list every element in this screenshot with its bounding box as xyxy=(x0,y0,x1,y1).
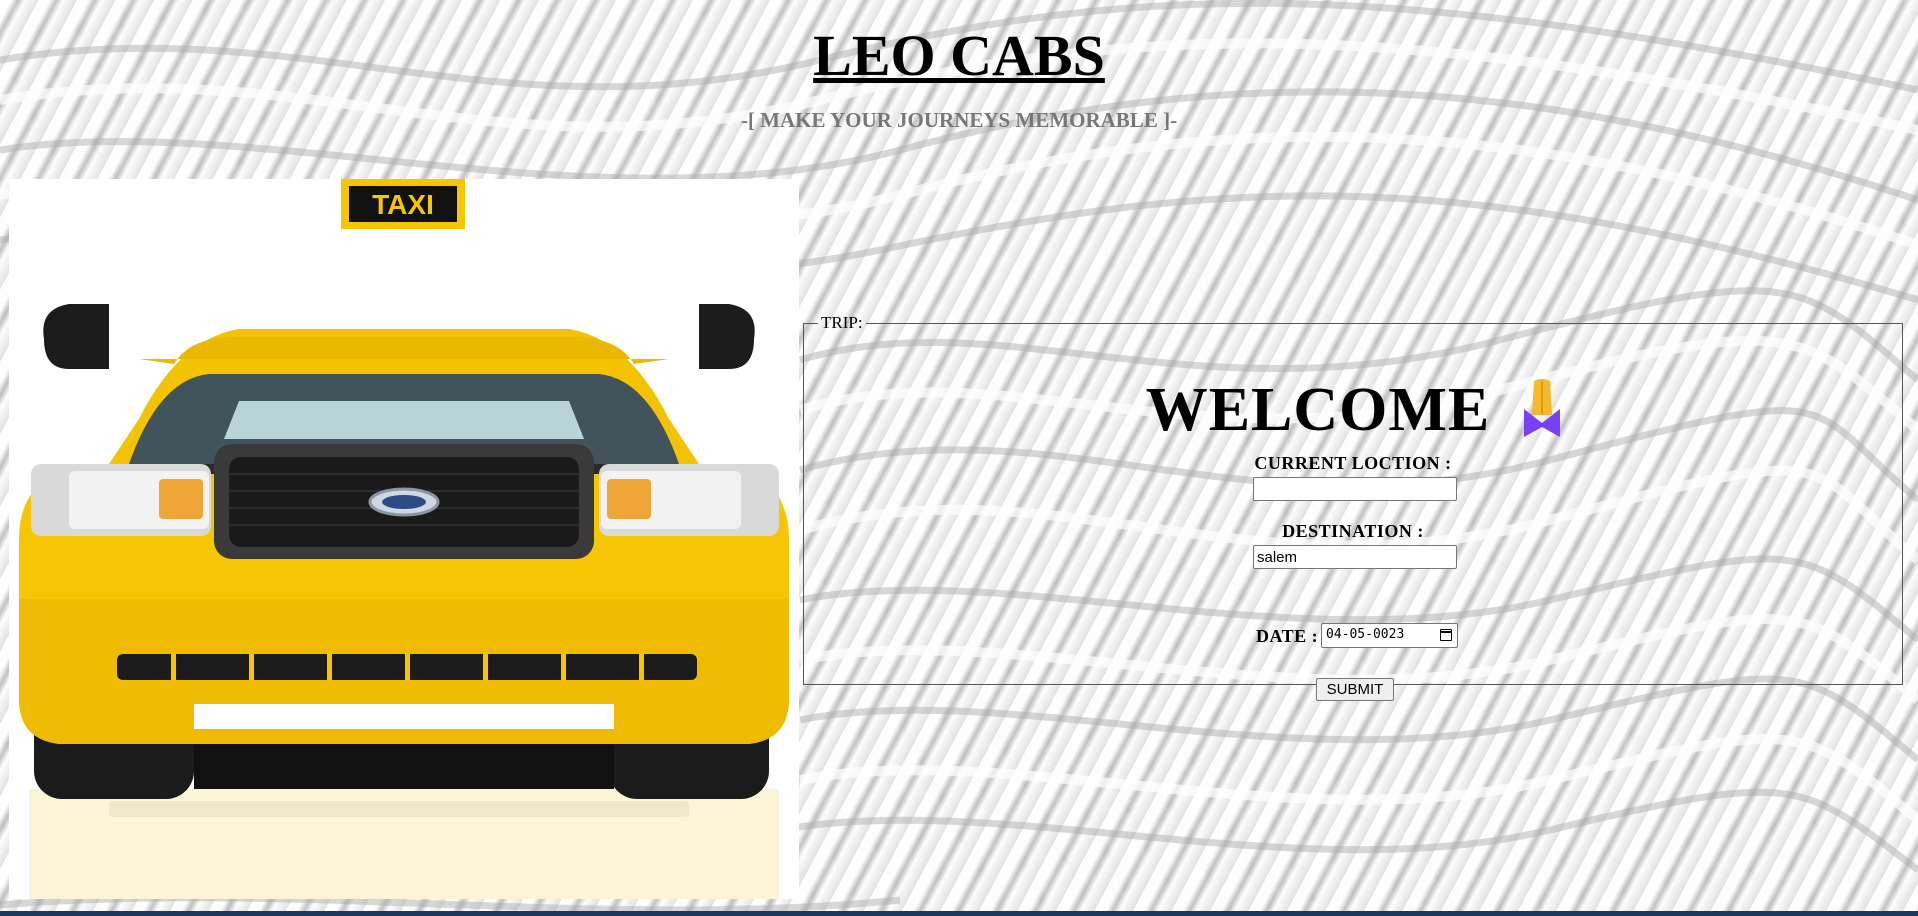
date-input[interactable]: 04-05-0023 xyxy=(1321,623,1458,648)
current-location-input[interactable] xyxy=(1253,477,1457,501)
date-value: 04-05-0023 xyxy=(1326,627,1405,642)
submit-button[interactable]: SUBMIT xyxy=(1316,678,1394,701)
trip-form: TRIP: WELCOME CURRENT LOCTION : DESTINAT… xyxy=(803,313,1903,701)
date-label: DATE : xyxy=(1256,626,1319,646)
calendar-icon[interactable] xyxy=(1440,629,1452,641)
welcome-heading: WELCOME xyxy=(1145,376,1491,444)
folded-hands-icon xyxy=(1524,379,1561,442)
welcome-row: WELCOME xyxy=(804,375,1902,446)
destination-label: DESTINATION : xyxy=(1282,521,1424,541)
bottom-bar xyxy=(0,911,1918,916)
date-row: DATE : 04-05-0023 xyxy=(1253,623,1463,649)
taxi-sign-text: TAXI xyxy=(372,189,434,220)
site-title: LEO CABS xyxy=(813,23,1105,88)
trip-legend: TRIP: xyxy=(821,313,863,332)
current-location-label: CURRENT LOCTION : xyxy=(1254,453,1452,473)
destination-input[interactable] xyxy=(1253,545,1457,569)
site-tagline: -[ MAKE YOUR JOURNEYS MEMORABLE ]- xyxy=(740,108,1178,132)
taxi-image: TAXI xyxy=(9,179,799,899)
